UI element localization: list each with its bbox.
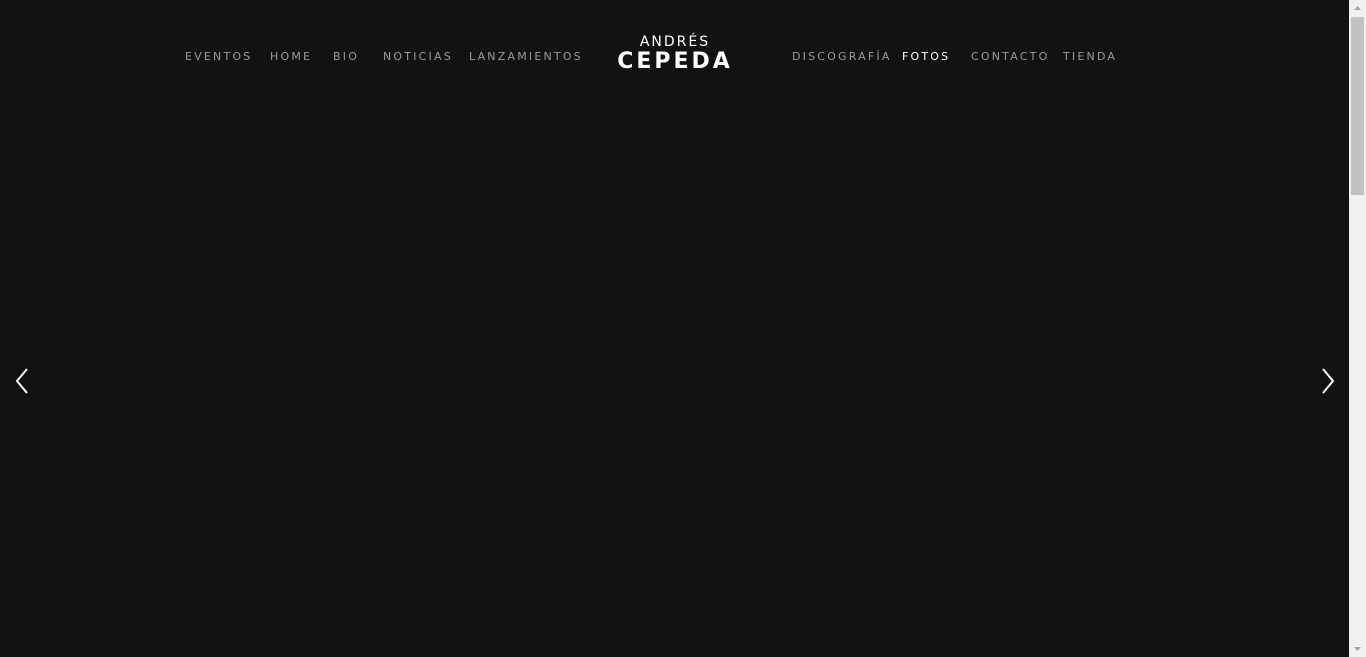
logo-bottom-text: CEPEDA [617, 49, 733, 74]
slider-prev-button[interactable] [12, 366, 32, 396]
scroll-down-button[interactable] [1349, 640, 1366, 657]
logo-top-text: ANDRÉS [639, 34, 711, 50]
nav-item-fotos[interactable]: FOTOS [902, 50, 950, 64]
slider-next-button[interactable] [1318, 366, 1338, 396]
nav-item-eventos[interactable]: EVENTOS [185, 50, 252, 64]
page-scrollbar[interactable] [1349, 0, 1366, 657]
main-nav: EVENTOS HOME BIO NOTICIAS LANZAMIENTOS A… [0, 0, 1349, 110]
nav-item-discografia[interactable]: DISCOGRAFÍA [792, 50, 892, 64]
scrollbar-thumb[interactable] [1351, 17, 1364, 195]
scroll-up-button[interactable] [1349, 0, 1366, 17]
nav-item-home[interactable]: HOME [270, 50, 312, 64]
chevron-left-icon [15, 368, 28, 394]
page: EVENTOS HOME BIO NOTICIAS LANZAMIENTOS A… [0, 0, 1366, 657]
caret-down-icon [1354, 647, 1361, 651]
caret-up-icon [1354, 6, 1361, 10]
nav-item-lanzamientos[interactable]: LANZAMIENTOS [469, 50, 583, 64]
chevron-right-icon [1322, 368, 1335, 394]
site-logo[interactable]: ANDRÉS CEPEDA [608, 34, 742, 76]
nav-item-noticias[interactable]: NOTICIAS [383, 50, 453, 64]
nav-item-tienda[interactable]: TIENDA [1063, 50, 1117, 64]
nav-item-contacto[interactable]: CONTACTO [971, 50, 1049, 64]
nav-item-bio[interactable]: BIO [333, 50, 359, 64]
